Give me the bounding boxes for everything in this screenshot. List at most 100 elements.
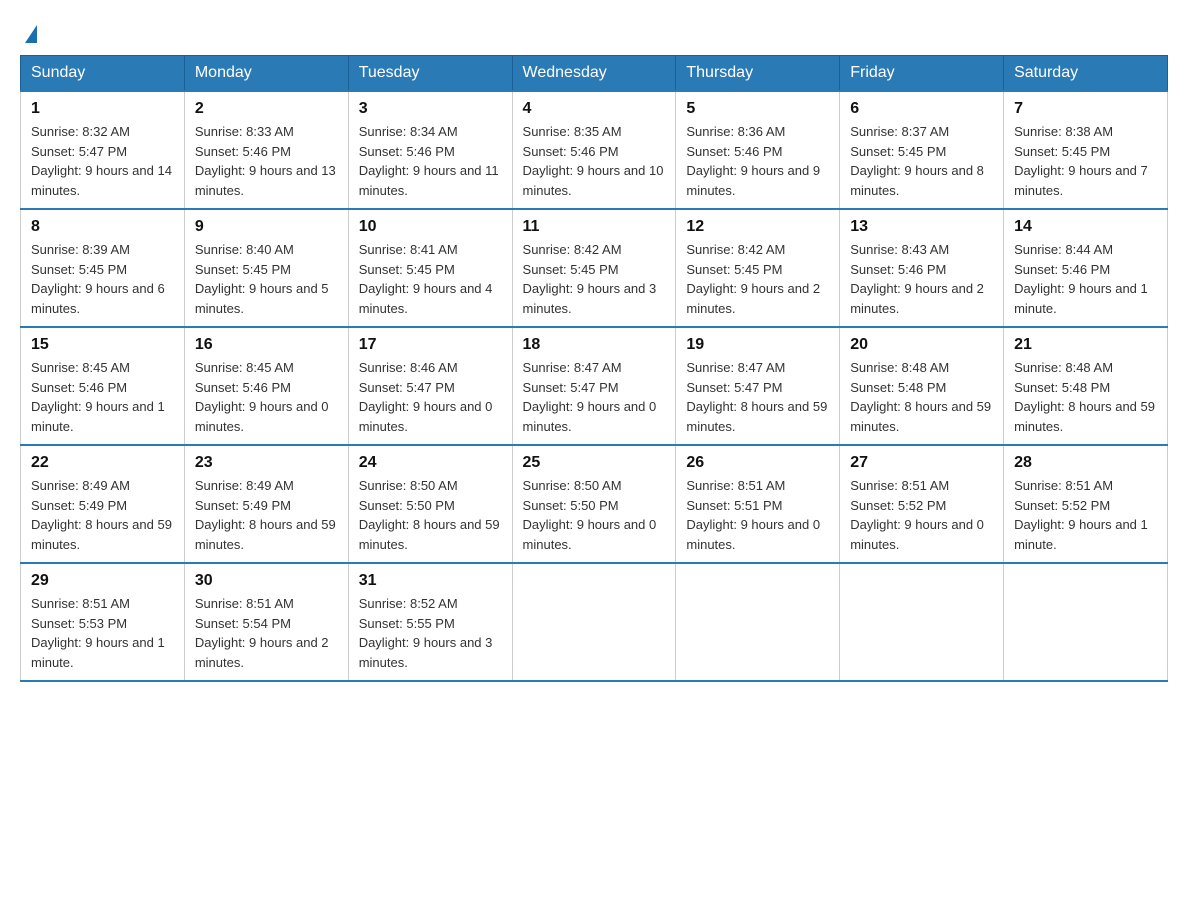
calendar-cell: 19 Sunrise: 8:47 AM Sunset: 5:47 PM Dayl… — [676, 327, 840, 445]
calendar-cell: 12 Sunrise: 8:42 AM Sunset: 5:45 PM Dayl… — [676, 209, 840, 327]
day-number: 14 — [1014, 218, 1157, 236]
day-number: 25 — [523, 454, 666, 472]
logo-blue-text — [20, 25, 37, 45]
day-info: Sunrise: 8:32 AM Sunset: 5:47 PM Dayligh… — [31, 122, 174, 200]
day-number: 28 — [1014, 454, 1157, 472]
day-info: Sunrise: 8:51 AM Sunset: 5:51 PM Dayligh… — [686, 476, 829, 554]
calendar-cell — [676, 563, 840, 681]
day-number: 31 — [359, 572, 502, 590]
column-header-thursday: Thursday — [676, 56, 840, 92]
calendar-cell — [840, 563, 1004, 681]
day-number: 29 — [31, 572, 174, 590]
column-header-saturday: Saturday — [1004, 56, 1168, 92]
day-info: Sunrise: 8:35 AM Sunset: 5:46 PM Dayligh… — [523, 122, 666, 200]
day-info: Sunrise: 8:41 AM Sunset: 5:45 PM Dayligh… — [359, 240, 502, 318]
calendar-cell: 23 Sunrise: 8:49 AM Sunset: 5:49 PM Dayl… — [184, 445, 348, 563]
day-number: 4 — [523, 100, 666, 118]
day-number: 23 — [195, 454, 338, 472]
calendar-cell — [1004, 563, 1168, 681]
day-number: 18 — [523, 336, 666, 354]
day-info: Sunrise: 8:47 AM Sunset: 5:47 PM Dayligh… — [686, 358, 829, 436]
logo-triangle-icon — [25, 25, 37, 43]
calendar-header-row: SundayMondayTuesdayWednesdayThursdayFrid… — [21, 56, 1168, 92]
day-number: 11 — [523, 218, 666, 236]
calendar-week-row: 15 Sunrise: 8:45 AM Sunset: 5:46 PM Dayl… — [21, 327, 1168, 445]
calendar-cell: 24 Sunrise: 8:50 AM Sunset: 5:50 PM Dayl… — [348, 445, 512, 563]
day-info: Sunrise: 8:51 AM Sunset: 5:53 PM Dayligh… — [31, 594, 174, 672]
calendar-cell: 9 Sunrise: 8:40 AM Sunset: 5:45 PM Dayli… — [184, 209, 348, 327]
day-number: 1 — [31, 100, 174, 118]
day-info: Sunrise: 8:38 AM Sunset: 5:45 PM Dayligh… — [1014, 122, 1157, 200]
day-number: 13 — [850, 218, 993, 236]
day-info: Sunrise: 8:49 AM Sunset: 5:49 PM Dayligh… — [31, 476, 174, 554]
day-info: Sunrise: 8:34 AM Sunset: 5:46 PM Dayligh… — [359, 122, 502, 200]
page-header — [20, 20, 1168, 45]
calendar-cell: 21 Sunrise: 8:48 AM Sunset: 5:48 PM Dayl… — [1004, 327, 1168, 445]
day-info: Sunrise: 8:48 AM Sunset: 5:48 PM Dayligh… — [1014, 358, 1157, 436]
day-info: Sunrise: 8:49 AM Sunset: 5:49 PM Dayligh… — [195, 476, 338, 554]
calendar-cell: 31 Sunrise: 8:52 AM Sunset: 5:55 PM Dayl… — [348, 563, 512, 681]
calendar-week-row: 29 Sunrise: 8:51 AM Sunset: 5:53 PM Dayl… — [21, 563, 1168, 681]
day-info: Sunrise: 8:40 AM Sunset: 5:45 PM Dayligh… — [195, 240, 338, 318]
day-info: Sunrise: 8:42 AM Sunset: 5:45 PM Dayligh… — [523, 240, 666, 318]
calendar-cell: 27 Sunrise: 8:51 AM Sunset: 5:52 PM Dayl… — [840, 445, 1004, 563]
day-number: 16 — [195, 336, 338, 354]
day-info: Sunrise: 8:45 AM Sunset: 5:46 PM Dayligh… — [195, 358, 338, 436]
calendar-cell: 26 Sunrise: 8:51 AM Sunset: 5:51 PM Dayl… — [676, 445, 840, 563]
day-number: 20 — [850, 336, 993, 354]
calendar-cell: 15 Sunrise: 8:45 AM Sunset: 5:46 PM Dayl… — [21, 327, 185, 445]
day-number: 24 — [359, 454, 502, 472]
calendar-cell: 22 Sunrise: 8:49 AM Sunset: 5:49 PM Dayl… — [21, 445, 185, 563]
calendar-cell: 16 Sunrise: 8:45 AM Sunset: 5:46 PM Dayl… — [184, 327, 348, 445]
day-number: 6 — [850, 100, 993, 118]
day-info: Sunrise: 8:50 AM Sunset: 5:50 PM Dayligh… — [523, 476, 666, 554]
day-info: Sunrise: 8:52 AM Sunset: 5:55 PM Dayligh… — [359, 594, 502, 672]
day-number: 15 — [31, 336, 174, 354]
calendar-cell: 3 Sunrise: 8:34 AM Sunset: 5:46 PM Dayli… — [348, 91, 512, 209]
day-number: 5 — [686, 100, 829, 118]
day-info: Sunrise: 8:45 AM Sunset: 5:46 PM Dayligh… — [31, 358, 174, 436]
calendar-cell: 8 Sunrise: 8:39 AM Sunset: 5:45 PM Dayli… — [21, 209, 185, 327]
calendar-cell: 6 Sunrise: 8:37 AM Sunset: 5:45 PM Dayli… — [840, 91, 1004, 209]
day-number: 17 — [359, 336, 502, 354]
calendar-table: SundayMondayTuesdayWednesdayThursdayFrid… — [20, 55, 1168, 682]
calendar-cell: 10 Sunrise: 8:41 AM Sunset: 5:45 PM Dayl… — [348, 209, 512, 327]
calendar-cell: 11 Sunrise: 8:42 AM Sunset: 5:45 PM Dayl… — [512, 209, 676, 327]
day-number: 7 — [1014, 100, 1157, 118]
day-info: Sunrise: 8:50 AM Sunset: 5:50 PM Dayligh… — [359, 476, 502, 554]
column-header-tuesday: Tuesday — [348, 56, 512, 92]
day-number: 3 — [359, 100, 502, 118]
day-number: 26 — [686, 454, 829, 472]
calendar-cell: 2 Sunrise: 8:33 AM Sunset: 5:46 PM Dayli… — [184, 91, 348, 209]
day-number: 19 — [686, 336, 829, 354]
day-info: Sunrise: 8:42 AM Sunset: 5:45 PM Dayligh… — [686, 240, 829, 318]
logo — [20, 20, 37, 45]
calendar-cell: 20 Sunrise: 8:48 AM Sunset: 5:48 PM Dayl… — [840, 327, 1004, 445]
day-number: 22 — [31, 454, 174, 472]
day-info: Sunrise: 8:39 AM Sunset: 5:45 PM Dayligh… — [31, 240, 174, 318]
day-number: 27 — [850, 454, 993, 472]
day-number: 12 — [686, 218, 829, 236]
day-number: 21 — [1014, 336, 1157, 354]
column-header-friday: Friday — [840, 56, 1004, 92]
calendar-cell — [512, 563, 676, 681]
calendar-cell: 30 Sunrise: 8:51 AM Sunset: 5:54 PM Dayl… — [184, 563, 348, 681]
day-info: Sunrise: 8:33 AM Sunset: 5:46 PM Dayligh… — [195, 122, 338, 200]
calendar-cell: 4 Sunrise: 8:35 AM Sunset: 5:46 PM Dayli… — [512, 91, 676, 209]
calendar-cell: 29 Sunrise: 8:51 AM Sunset: 5:53 PM Dayl… — [21, 563, 185, 681]
column-header-wednesday: Wednesday — [512, 56, 676, 92]
day-number: 8 — [31, 218, 174, 236]
calendar-cell: 7 Sunrise: 8:38 AM Sunset: 5:45 PM Dayli… — [1004, 91, 1168, 209]
day-info: Sunrise: 8:51 AM Sunset: 5:52 PM Dayligh… — [1014, 476, 1157, 554]
column-header-sunday: Sunday — [21, 56, 185, 92]
day-info: Sunrise: 8:44 AM Sunset: 5:46 PM Dayligh… — [1014, 240, 1157, 318]
calendar-week-row: 22 Sunrise: 8:49 AM Sunset: 5:49 PM Dayl… — [21, 445, 1168, 563]
column-header-monday: Monday — [184, 56, 348, 92]
day-number: 30 — [195, 572, 338, 590]
day-info: Sunrise: 8:36 AM Sunset: 5:46 PM Dayligh… — [686, 122, 829, 200]
calendar-cell: 17 Sunrise: 8:46 AM Sunset: 5:47 PM Dayl… — [348, 327, 512, 445]
day-info: Sunrise: 8:46 AM Sunset: 5:47 PM Dayligh… — [359, 358, 502, 436]
calendar-week-row: 1 Sunrise: 8:32 AM Sunset: 5:47 PM Dayli… — [21, 91, 1168, 209]
day-info: Sunrise: 8:47 AM Sunset: 5:47 PM Dayligh… — [523, 358, 666, 436]
day-info: Sunrise: 8:43 AM Sunset: 5:46 PM Dayligh… — [850, 240, 993, 318]
